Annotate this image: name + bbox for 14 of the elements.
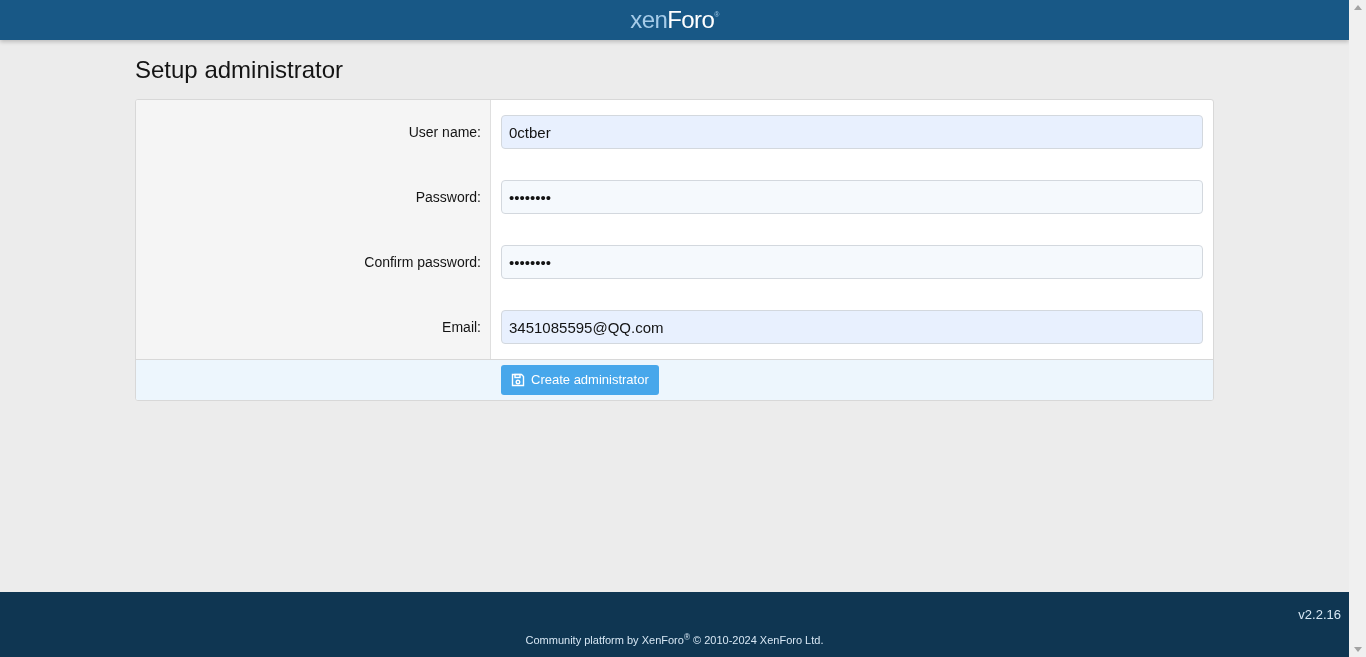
field-label: User name: <box>408 122 481 142</box>
input-field[interactable]: 3451085595@QQ.com <box>501 310 1203 344</box>
field-label: Confirm password: <box>364 252 481 272</box>
scroll-up-arrow-icon[interactable] <box>1353 5 1362 10</box>
scrollbar[interactable] <box>1349 0 1366 657</box>
page-title: Setup administrator <box>135 55 345 85</box>
version-text: v2.2.16 <box>1298 606 1341 624</box>
scroll-down-arrow-icon[interactable] <box>1353 647 1362 652</box>
copyright-text: Community platform by XenForo$^{®}$ © 2010-2024 XenForo Ltd. <box>525 632 824 648</box>
input-field[interactable]: •••••••• <box>501 245 1203 279</box>
input-field[interactable]: •••••••• <box>501 180 1203 214</box>
field-label: Password: <box>415 187 481 207</box>
field-label: Email: <box>442 317 481 337</box>
input-field[interactable]: 0ctber <box>501 115 1203 149</box>
